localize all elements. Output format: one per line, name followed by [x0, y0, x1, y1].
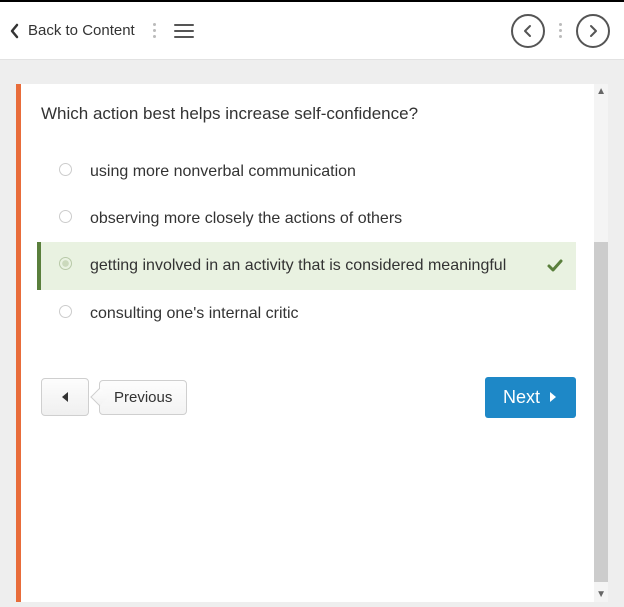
previous-button[interactable] [41, 378, 89, 416]
options-list: using more nonverbal communication obser… [41, 148, 596, 337]
scrollbar-thumb[interactable] [594, 242, 608, 582]
nav-row: Previous Next [41, 377, 596, 418]
previous-group: Previous [41, 378, 187, 416]
triangle-left-icon [60, 391, 70, 403]
top-toolbar: Back to Content [0, 2, 624, 60]
option-text: using more nonverbal communication [90, 160, 564, 183]
content-area: ▲ ▼ Which action best helps increase sel… [0, 60, 624, 607]
answer-option[interactable]: observing more closely the actions of ot… [41, 195, 576, 242]
radio-icon [59, 305, 72, 318]
menu-icon[interactable] [174, 24, 194, 38]
radio-icon [59, 210, 72, 223]
chevron-right-icon [588, 24, 598, 38]
option-text: consulting one's internal critic [90, 302, 564, 325]
more-options-icon[interactable] [559, 23, 562, 38]
scroll-up-icon[interactable]: ▲ [596, 86, 606, 97]
previous-label: Previous [114, 389, 172, 406]
next-button[interactable]: Next [485, 377, 576, 418]
back-label: Back to Content [28, 22, 135, 39]
chevron-left-icon [10, 23, 20, 39]
triangle-right-icon [548, 391, 558, 403]
option-text: observing more closely the actions of ot… [90, 207, 564, 230]
chevron-left-icon [523, 24, 533, 38]
scroll-down-icon[interactable]: ▼ [596, 589, 606, 600]
answer-option[interactable]: consulting one's internal critic [41, 290, 576, 337]
option-text: getting involved in an activity that is … [90, 254, 546, 277]
question-panel: ▲ ▼ Which action best helps increase sel… [16, 84, 608, 602]
radio-icon [59, 163, 72, 176]
back-to-content-button[interactable]: Back to Content [10, 22, 135, 39]
check-icon [546, 257, 564, 275]
radio-icon [59, 257, 72, 270]
more-options-icon[interactable] [153, 23, 156, 38]
answer-option-correct[interactable]: getting involved in an activity that is … [37, 242, 576, 289]
answer-option[interactable]: using more nonverbal communication [41, 148, 576, 195]
nav-next-circle-button[interactable] [576, 14, 610, 48]
previous-label-tooltip: Previous [99, 380, 187, 415]
next-label: Next [503, 387, 540, 408]
question-text: Which action best helps increase self-co… [41, 104, 596, 124]
nav-prev-circle-button[interactable] [511, 14, 545, 48]
